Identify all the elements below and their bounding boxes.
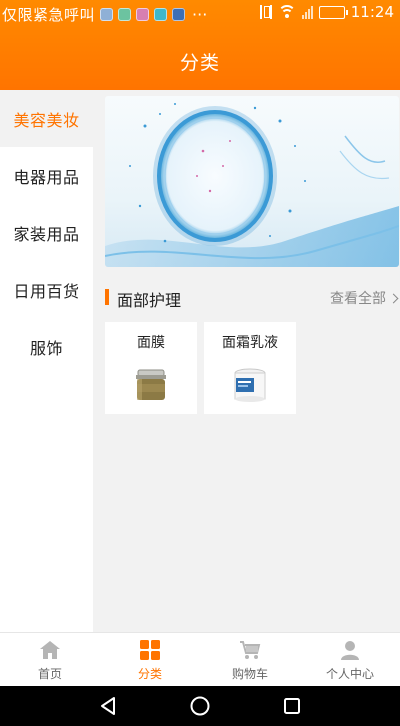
sidebar-item-beauty[interactable]: 美容美妆: [0, 90, 93, 147]
product-name: 面霜乳液: [222, 335, 278, 351]
cart-icon: [240, 641, 261, 659]
vibrate-icon: [259, 5, 272, 19]
water-splash-illustration: [105, 103, 399, 267]
jar-icon: [136, 369, 166, 400]
signal-icon: [301, 5, 313, 19]
cream-tub-icon: [234, 368, 266, 402]
bottom-tab-bar: 首页 分类 购物车 个人中心: [0, 632, 400, 686]
recent-apps-icon[interactable]: [281, 695, 303, 717]
sidebar-item-label: 日用百货: [13, 281, 80, 301]
notification-message-icon: [154, 8, 168, 21]
battery-icon: [318, 5, 348, 19]
back-icon[interactable]: [97, 695, 119, 717]
product-name: 面膜: [137, 335, 165, 351]
chevron-right-icon: [388, 293, 399, 303]
product-card-mask[interactable]: 面膜: [105, 322, 197, 414]
tab-profile[interactable]: 个人中心: [300, 633, 400, 686]
status-bar: 仅限紧急呼叫 ··· 11:24: [0, 0, 400, 26]
notification-heart-icon: [172, 8, 186, 21]
product-card-cream[interactable]: 面霜乳液: [204, 322, 296, 414]
sidebar-item-label: 美容美妆: [13, 110, 80, 130]
tab-label: 个人中心: [325, 667, 374, 681]
tab-label: 首页: [37, 667, 62, 681]
status-time: 11:24: [350, 3, 394, 21]
sidebar-item-label: 家装用品: [13, 224, 80, 244]
wifi-icon: [277, 5, 296, 19]
more-notifications-icon: ···: [192, 5, 208, 24]
category-sidebar: 美容美妆 电器用品 家装用品 日用百货 服饰: [0, 90, 93, 632]
sidebar-item-apparel[interactable]: 服饰: [0, 318, 93, 375]
user-icon: [341, 641, 359, 660]
notification-app-icon: [100, 8, 114, 21]
view-all-label: 查看全部: [330, 291, 386, 307]
tab-label: 购物车: [231, 667, 268, 681]
category-content: 面部护理 查看全部 面膜 面霜乳液: [93, 90, 400, 632]
home-icon: [40, 641, 60, 659]
sidebar-item-home-decor[interactable]: 家装用品: [0, 204, 93, 261]
page-title: 分类: [179, 52, 220, 74]
grid-icon: [140, 640, 160, 660]
sidebar-item-daily-goods[interactable]: 日用百货: [0, 261, 93, 318]
notification-gallery-icon: [136, 8, 150, 21]
carrier-text: 仅限紧急呼叫: [2, 6, 96, 24]
category-banner[interactable]: [105, 96, 399, 267]
system-nav-bar: [0, 686, 400, 726]
tab-home[interactable]: 首页: [0, 633, 100, 686]
tab-cart[interactable]: 购物车: [200, 633, 300, 686]
app-header: 仅限紧急呼叫 ··· 11:24 分类: [0, 0, 400, 90]
tab-category[interactable]: 分类: [100, 633, 200, 686]
sidebar-item-label: 服饰: [29, 338, 63, 358]
view-all-link[interactable]: 查看全部: [330, 288, 399, 308]
section-header: 面部护理 查看全部: [105, 287, 399, 310]
notification-chat-icon: [118, 8, 132, 21]
sidebar-item-label: 电器用品: [13, 167, 80, 187]
section-title: 面部护理: [117, 291, 182, 310]
tab-label: 分类: [137, 667, 162, 681]
home-button-icon[interactable]: [189, 695, 211, 717]
product-grid: 面膜 面霜乳液: [105, 322, 296, 414]
sidebar-item-appliances[interactable]: 电器用品: [0, 147, 93, 204]
section-accent-bar: [105, 289, 109, 305]
